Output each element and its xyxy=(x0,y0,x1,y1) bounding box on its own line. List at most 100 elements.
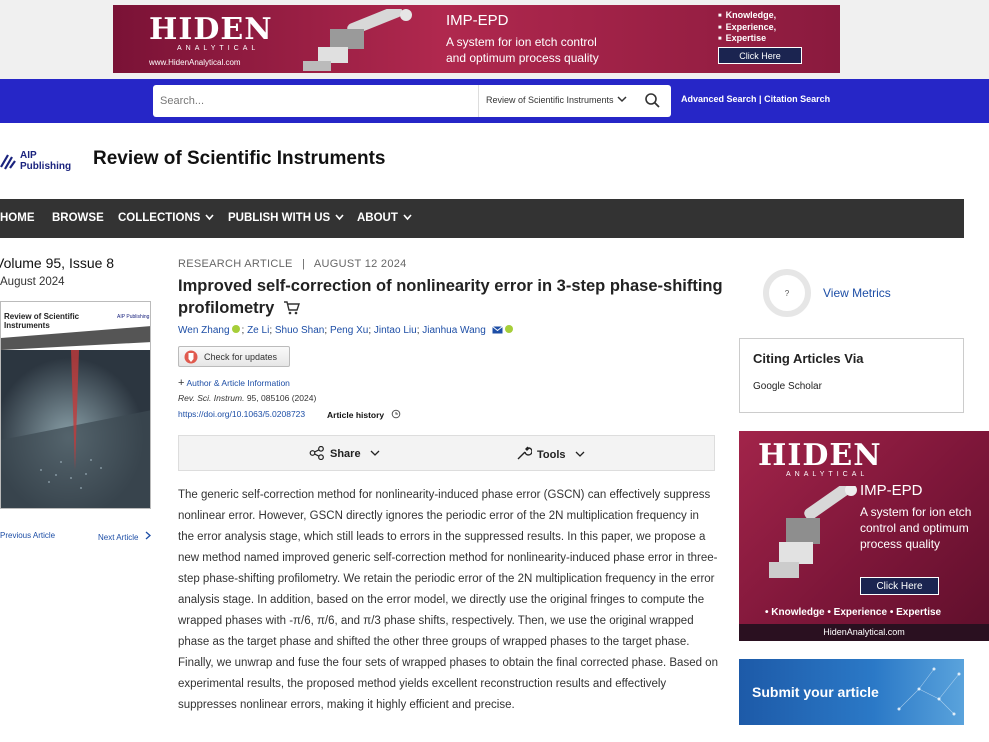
chevron-down-icon xyxy=(370,450,380,456)
check-for-updates-label: Check for updates xyxy=(204,352,278,362)
ad-logo: HIDEN xyxy=(758,438,882,473)
ad-url: HidenAnalytical.com xyxy=(739,624,989,641)
journal-title[interactable]: Review of Scientific Instruments xyxy=(93,148,385,170)
nav-label: COLLECTIONS xyxy=(118,212,201,224)
share-label: Share xyxy=(330,448,361,460)
view-metrics-link[interactable]: View Metrics xyxy=(823,286,891,300)
issue-cover[interactable]: Review of Scientific Instruments AIP Pub… xyxy=(0,301,151,509)
author-link[interactable]: Jintao Liu xyxy=(374,325,417,336)
nav-label: ABOUT xyxy=(357,212,398,224)
ad-tagline-1: A system for ion etch control xyxy=(446,35,597,49)
article-history-toggle[interactable]: Article history xyxy=(327,409,401,420)
cover-image xyxy=(1,350,150,508)
chevron-down-icon xyxy=(617,96,627,103)
author-link[interactable]: Wen Zhang xyxy=(178,325,230,336)
article-type-separator: | xyxy=(302,258,306,270)
submit-article-label: Submit your article xyxy=(752,684,879,700)
top-banner-ad[interactable]: HIDEN ANALYTICAL www.HidenAnalytical.com… xyxy=(113,5,840,73)
submit-article-banner[interactable]: Submit your article xyxy=(739,659,964,725)
citation-journal: Rev. Sci. Instrum. xyxy=(178,393,245,403)
chevron-down-icon xyxy=(335,214,344,221)
nav-about[interactable]: ABOUT xyxy=(357,212,412,224)
nav-collections[interactable]: COLLECTIONS xyxy=(118,212,215,224)
nav-home[interactable]: HOME xyxy=(0,212,35,224)
ad-tagline-1: A system for ion etch xyxy=(860,505,972,519)
cover-title-line: Instruments xyxy=(4,321,50,330)
chevron-right-icon xyxy=(145,531,151,540)
tools-button[interactable]: Tools xyxy=(516,446,585,461)
search-input[interactable] xyxy=(153,85,478,117)
search-scope-value: Review of Scientific Instruments xyxy=(486,95,614,105)
citation-line: Rev. Sci. Instrum. 95, 085106 (2024) xyxy=(178,393,316,403)
chevron-down-icon xyxy=(575,451,585,457)
tools-label: Tools xyxy=(537,449,566,461)
ad-tagline-3: process quality xyxy=(860,537,941,551)
network-graphic xyxy=(897,667,961,716)
ad-tagline-2: control and optimum xyxy=(860,521,969,535)
author-link[interactable]: Ze Li xyxy=(247,325,269,336)
cover-publisher: AIP Publishing xyxy=(117,314,150,320)
article-type-date: RESEARCH ARTICLE | AUGUST 12 2024 xyxy=(178,258,407,270)
ad-url: www.HidenAnalytical.com xyxy=(149,58,241,67)
aip-publishing-logo[interactable]: AIP Publishing xyxy=(20,150,71,172)
author-list: Wen Zhang; Ze Li; Shuo Shan; Peng Xu; Ji… xyxy=(178,325,515,336)
ad-bullet: Experience, xyxy=(718,22,777,34)
ad-tagline-2: and optimum process quality xyxy=(446,51,599,65)
article-history-label: Article history xyxy=(327,410,385,420)
metrics-symbol: ? xyxy=(785,289,790,298)
cover-title-line: Review of Scientific xyxy=(4,312,80,321)
metrics-donut-icon[interactable]: ? xyxy=(762,268,812,318)
crossmark-icon xyxy=(184,350,198,364)
author-article-info-toggle[interactable]: + Author & Article Information xyxy=(178,377,290,389)
author-info-label: Author & Article Information xyxy=(186,378,290,388)
ad-click-here-button[interactable]: Click Here xyxy=(718,47,802,64)
ad-logo-sub: ANALYTICAL xyxy=(177,45,260,52)
google-scholar-link[interactable]: Google Scholar xyxy=(753,381,822,392)
search-icon xyxy=(645,93,660,108)
ad-logo-sub: ANALYTICAL xyxy=(786,471,869,478)
advanced-search-link[interactable]: Advanced Search xyxy=(681,94,757,104)
ad-bullets: Knowledge, Experience, Expertise xyxy=(718,10,777,45)
share-button[interactable]: Share xyxy=(309,445,380,461)
ad-bullets: • Knowledge • Experience • Expertise xyxy=(765,607,942,618)
orcid-icon[interactable] xyxy=(504,325,513,333)
cart-icon[interactable] xyxy=(283,300,301,315)
ad-product: IMP-EPD xyxy=(860,482,923,499)
issue-date: August 2024 xyxy=(0,276,65,288)
wrench-icon xyxy=(517,446,533,460)
doi-link[interactable]: https://doi.org/10.1063/5.0208723 xyxy=(178,409,305,419)
chevron-down-icon xyxy=(403,214,412,221)
search-box: Review of Scientific Instruments xyxy=(153,85,671,117)
article-date: AUGUST 12 2024 xyxy=(313,258,407,270)
history-icon xyxy=(391,409,400,419)
share-icon xyxy=(309,445,324,461)
ad-product: IMP-EPD xyxy=(446,12,509,29)
citation-search-link[interactable]: Citation Search xyxy=(764,94,830,104)
email-icon[interactable] xyxy=(491,326,503,334)
cover-title: Review of Scientific Instruments xyxy=(4,312,79,330)
orcid-icon[interactable] xyxy=(231,325,240,333)
check-for-updates-button[interactable]: Check for updates xyxy=(178,346,290,367)
nav-browse[interactable]: BROWSE xyxy=(52,212,104,224)
next-article-link[interactable]: Next Article xyxy=(98,531,152,542)
volume-issue[interactable]: Volume 95, Issue 8 xyxy=(0,255,114,271)
search-scope-select[interactable]: Review of Scientific Instruments xyxy=(478,85,633,117)
ad-click-here-button[interactable]: Click Here xyxy=(860,577,939,595)
previous-article-link[interactable]: Previous Article xyxy=(0,531,55,540)
author-link[interactable]: Jianhua Wang xyxy=(422,325,486,336)
main-nav: HOME BROWSE COLLECTIONS PUBLISH WITH US … xyxy=(0,199,964,238)
search-bar-band: Review of Scientific Instruments Advance… xyxy=(0,79,989,123)
abstract-text: The generic self-correction method for n… xyxy=(178,489,718,711)
article-title-text: Improved self-correction of nonlinearity… xyxy=(178,277,723,317)
previous-article-label: Previous Article xyxy=(0,531,56,540)
nav-label: BROWSE xyxy=(52,212,104,224)
search-button[interactable] xyxy=(637,85,671,117)
chevron-down-icon xyxy=(205,214,215,221)
sidebar-ad[interactable]: HIDEN ANALYTICAL IMP-EPD A system for io… xyxy=(739,431,989,641)
ad-bullet: Expertise xyxy=(718,33,776,45)
author-link[interactable]: Peng Xu xyxy=(330,325,368,336)
nav-label: HOME xyxy=(0,212,35,224)
nav-publish-with-us[interactable]: PUBLISH WITH US xyxy=(228,212,344,224)
author-link[interactable]: Shuo Shan xyxy=(275,325,325,336)
cover-header: Review of Scientific Instruments AIP Pub… xyxy=(1,302,150,350)
